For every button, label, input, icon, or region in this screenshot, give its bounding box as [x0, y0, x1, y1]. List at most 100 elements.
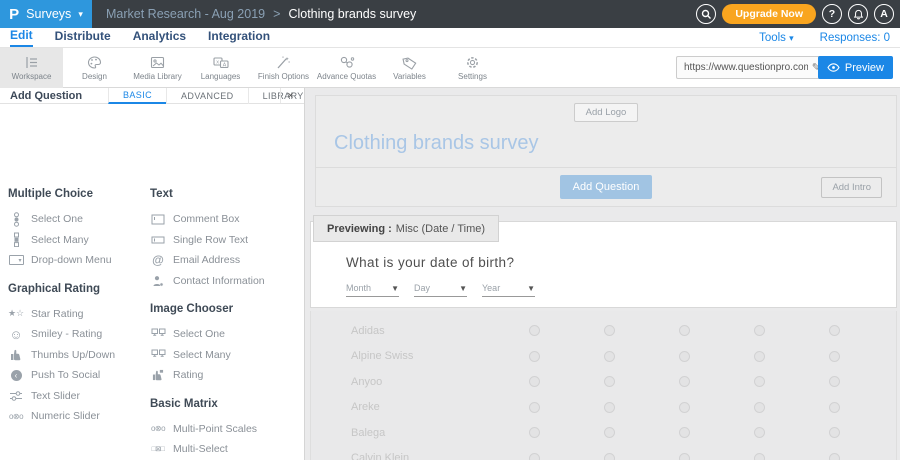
matrix-radio[interactable] [829, 376, 840, 387]
matrix-question-preview: AdidasAlpine SwissAnyooArekeBalegaCalvin… [310, 311, 897, 460]
tab-advanced[interactable]: ADVANCED [166, 88, 248, 104]
matrix-row-label: Anyoo [351, 376, 382, 388]
add-logo-button[interactable]: Add Logo [574, 103, 639, 122]
matrix-radio[interactable] [679, 427, 690, 438]
add-question-button[interactable]: Add Question [560, 175, 653, 199]
notifications-button[interactable] [848, 4, 868, 24]
matrix-radio[interactable] [754, 453, 765, 460]
qtype-image-rating[interactable]: Rating [150, 365, 302, 386]
year-select[interactable]: Year ▼ [482, 283, 535, 297]
breadcrumb-parent[interactable]: Market Research - Aug 2019 [106, 7, 265, 21]
qtype-push-to-social[interactable]: ‹ Push To Social [8, 365, 146, 386]
responses-count[interactable]: Responses: 0 [820, 32, 890, 44]
matrix-radio[interactable] [829, 453, 840, 460]
matrix-radio[interactable] [754, 351, 765, 362]
matrix-radio[interactable] [604, 351, 615, 362]
help-button[interactable]: ? [822, 4, 842, 24]
qtype-dropdown-menu[interactable]: ▾ Drop-down Menu [8, 250, 146, 271]
bell-icon [853, 9, 864, 20]
qtype-star-rating[interactable]: ★☆ Star Rating [8, 304, 146, 325]
matrix-radio[interactable] [829, 427, 840, 438]
thumb-icon [8, 348, 24, 361]
qtype-smiley-rating[interactable]: ☺ Smiley - Rating [8, 324, 146, 345]
day-select[interactable]: Day ▼ [414, 283, 467, 297]
matrix-radio[interactable] [604, 376, 615, 387]
matrix-radio[interactable] [529, 427, 540, 438]
toolbar-workspace[interactable]: Workspace [0, 48, 63, 88]
qtype-image-select-many[interactable]: Select Many [150, 345, 302, 366]
workspace-icon [23, 55, 40, 70]
tab-distribute[interactable]: Distribute [55, 29, 111, 46]
matrix-row-label: Adidas [351, 325, 385, 337]
app-logo-menu[interactable]: P Surveys ▾ [0, 0, 92, 28]
tools-menu[interactable]: Tools ▾ [759, 32, 794, 44]
qtype-contact-information[interactable]: Contact Information [150, 271, 302, 292]
chevron-down-icon: ▾ [789, 33, 794, 43]
toolbar-settings[interactable]: Settings [441, 48, 504, 88]
close-panel-button[interactable]: × [280, 88, 300, 103]
section-image-chooser: Image Chooser [150, 303, 302, 317]
matrix-radio[interactable] [679, 351, 690, 362]
dropdown-icon: ▾ [8, 255, 24, 265]
matrix-radio[interactable] [529, 351, 540, 362]
matrix-radio[interactable] [604, 427, 615, 438]
tab-edit[interactable]: Edit [10, 28, 33, 47]
qtype-multi-point-scales[interactable]: o⊗o Multi-Point Scales [150, 419, 302, 440]
matrix-row: Areke [311, 395, 896, 421]
matrix-radio[interactable] [754, 402, 765, 413]
qtype-text-slider[interactable]: Text Slider [8, 386, 146, 407]
matrix-radio[interactable] [829, 351, 840, 362]
section-basic-matrix: Basic Matrix [150, 398, 302, 412]
matrix-radio[interactable] [679, 325, 690, 336]
matrix-radio[interactable] [529, 376, 540, 387]
svg-text:A: A [222, 62, 226, 68]
toolbar-variables[interactable]: Variables [378, 48, 441, 88]
qtype-select-many[interactable]: Select Many [8, 230, 146, 251]
toolbar-finish-options[interactable]: Finish Options [252, 48, 315, 88]
qtype-image-select-one[interactable]: Select One [150, 324, 302, 345]
matrix-radio[interactable] [604, 325, 615, 336]
matrix-radio[interactable] [679, 453, 690, 460]
matrix-radio[interactable] [829, 325, 840, 336]
palette-icon [86, 55, 103, 70]
matrix-radio[interactable] [754, 325, 765, 336]
avatar[interactable]: A [874, 4, 894, 24]
survey-header-block: Add Logo Clothing brands survey Add Ques… [315, 95, 897, 207]
survey-title[interactable]: Clothing brands survey [334, 132, 896, 155]
chevron-down-icon: ▼ [527, 284, 535, 293]
matrix-radio[interactable] [529, 453, 540, 460]
matrix-radio[interactable] [529, 325, 540, 336]
month-select[interactable]: Month ▼ [346, 283, 399, 297]
quotas-icon [338, 55, 356, 70]
question-text: What is your date of birth? [346, 255, 896, 270]
qtype-select-one[interactable]: Select One [8, 209, 146, 230]
toolbar-media-library[interactable]: Media Library [126, 48, 189, 88]
add-intro-button[interactable]: Add Intro [821, 177, 882, 198]
matrix-row: Alpine Swiss [311, 344, 896, 370]
toolbar-languages[interactable]: xA Languages [189, 48, 252, 88]
matrix-radio[interactable] [604, 402, 615, 413]
matrix-radio[interactable] [529, 402, 540, 413]
tab-basic[interactable]: BASIC [108, 88, 166, 104]
add-question-panel: Add Question BASIC ADVANCED LIBRARY × Mu… [0, 88, 305, 460]
matrix-radio[interactable] [754, 376, 765, 387]
preview-button[interactable]: Preview [818, 56, 893, 79]
qtype-comment-box[interactable]: Comment Box [150, 209, 302, 230]
qtype-single-row-text[interactable]: Single Row Text [150, 230, 302, 251]
qtype-multi-select[interactable]: □⊠□ Multi-Select [150, 439, 302, 460]
matrix-radio[interactable] [679, 376, 690, 387]
toolbar-design[interactable]: Design [63, 48, 126, 88]
matrix-radio[interactable] [679, 402, 690, 413]
search-button[interactable] [696, 4, 716, 24]
toolbar-advance-quotas[interactable]: Advance Quotas [315, 48, 378, 88]
survey-url-input[interactable] [677, 62, 812, 73]
matrix-radio[interactable] [604, 453, 615, 460]
tab-analytics[interactable]: Analytics [133, 29, 186, 46]
qtype-numeric-slider[interactable]: o⊗o Numeric Slider [8, 406, 146, 427]
upgrade-now-button[interactable]: Upgrade Now [722, 4, 816, 24]
qtype-thumbs-up-down[interactable]: Thumbs Up/Down [8, 345, 146, 366]
qtype-email-address[interactable]: @ Email Address [150, 250, 302, 271]
tab-integration[interactable]: Integration [208, 29, 270, 46]
matrix-radio[interactable] [829, 402, 840, 413]
matrix-radio[interactable] [754, 427, 765, 438]
